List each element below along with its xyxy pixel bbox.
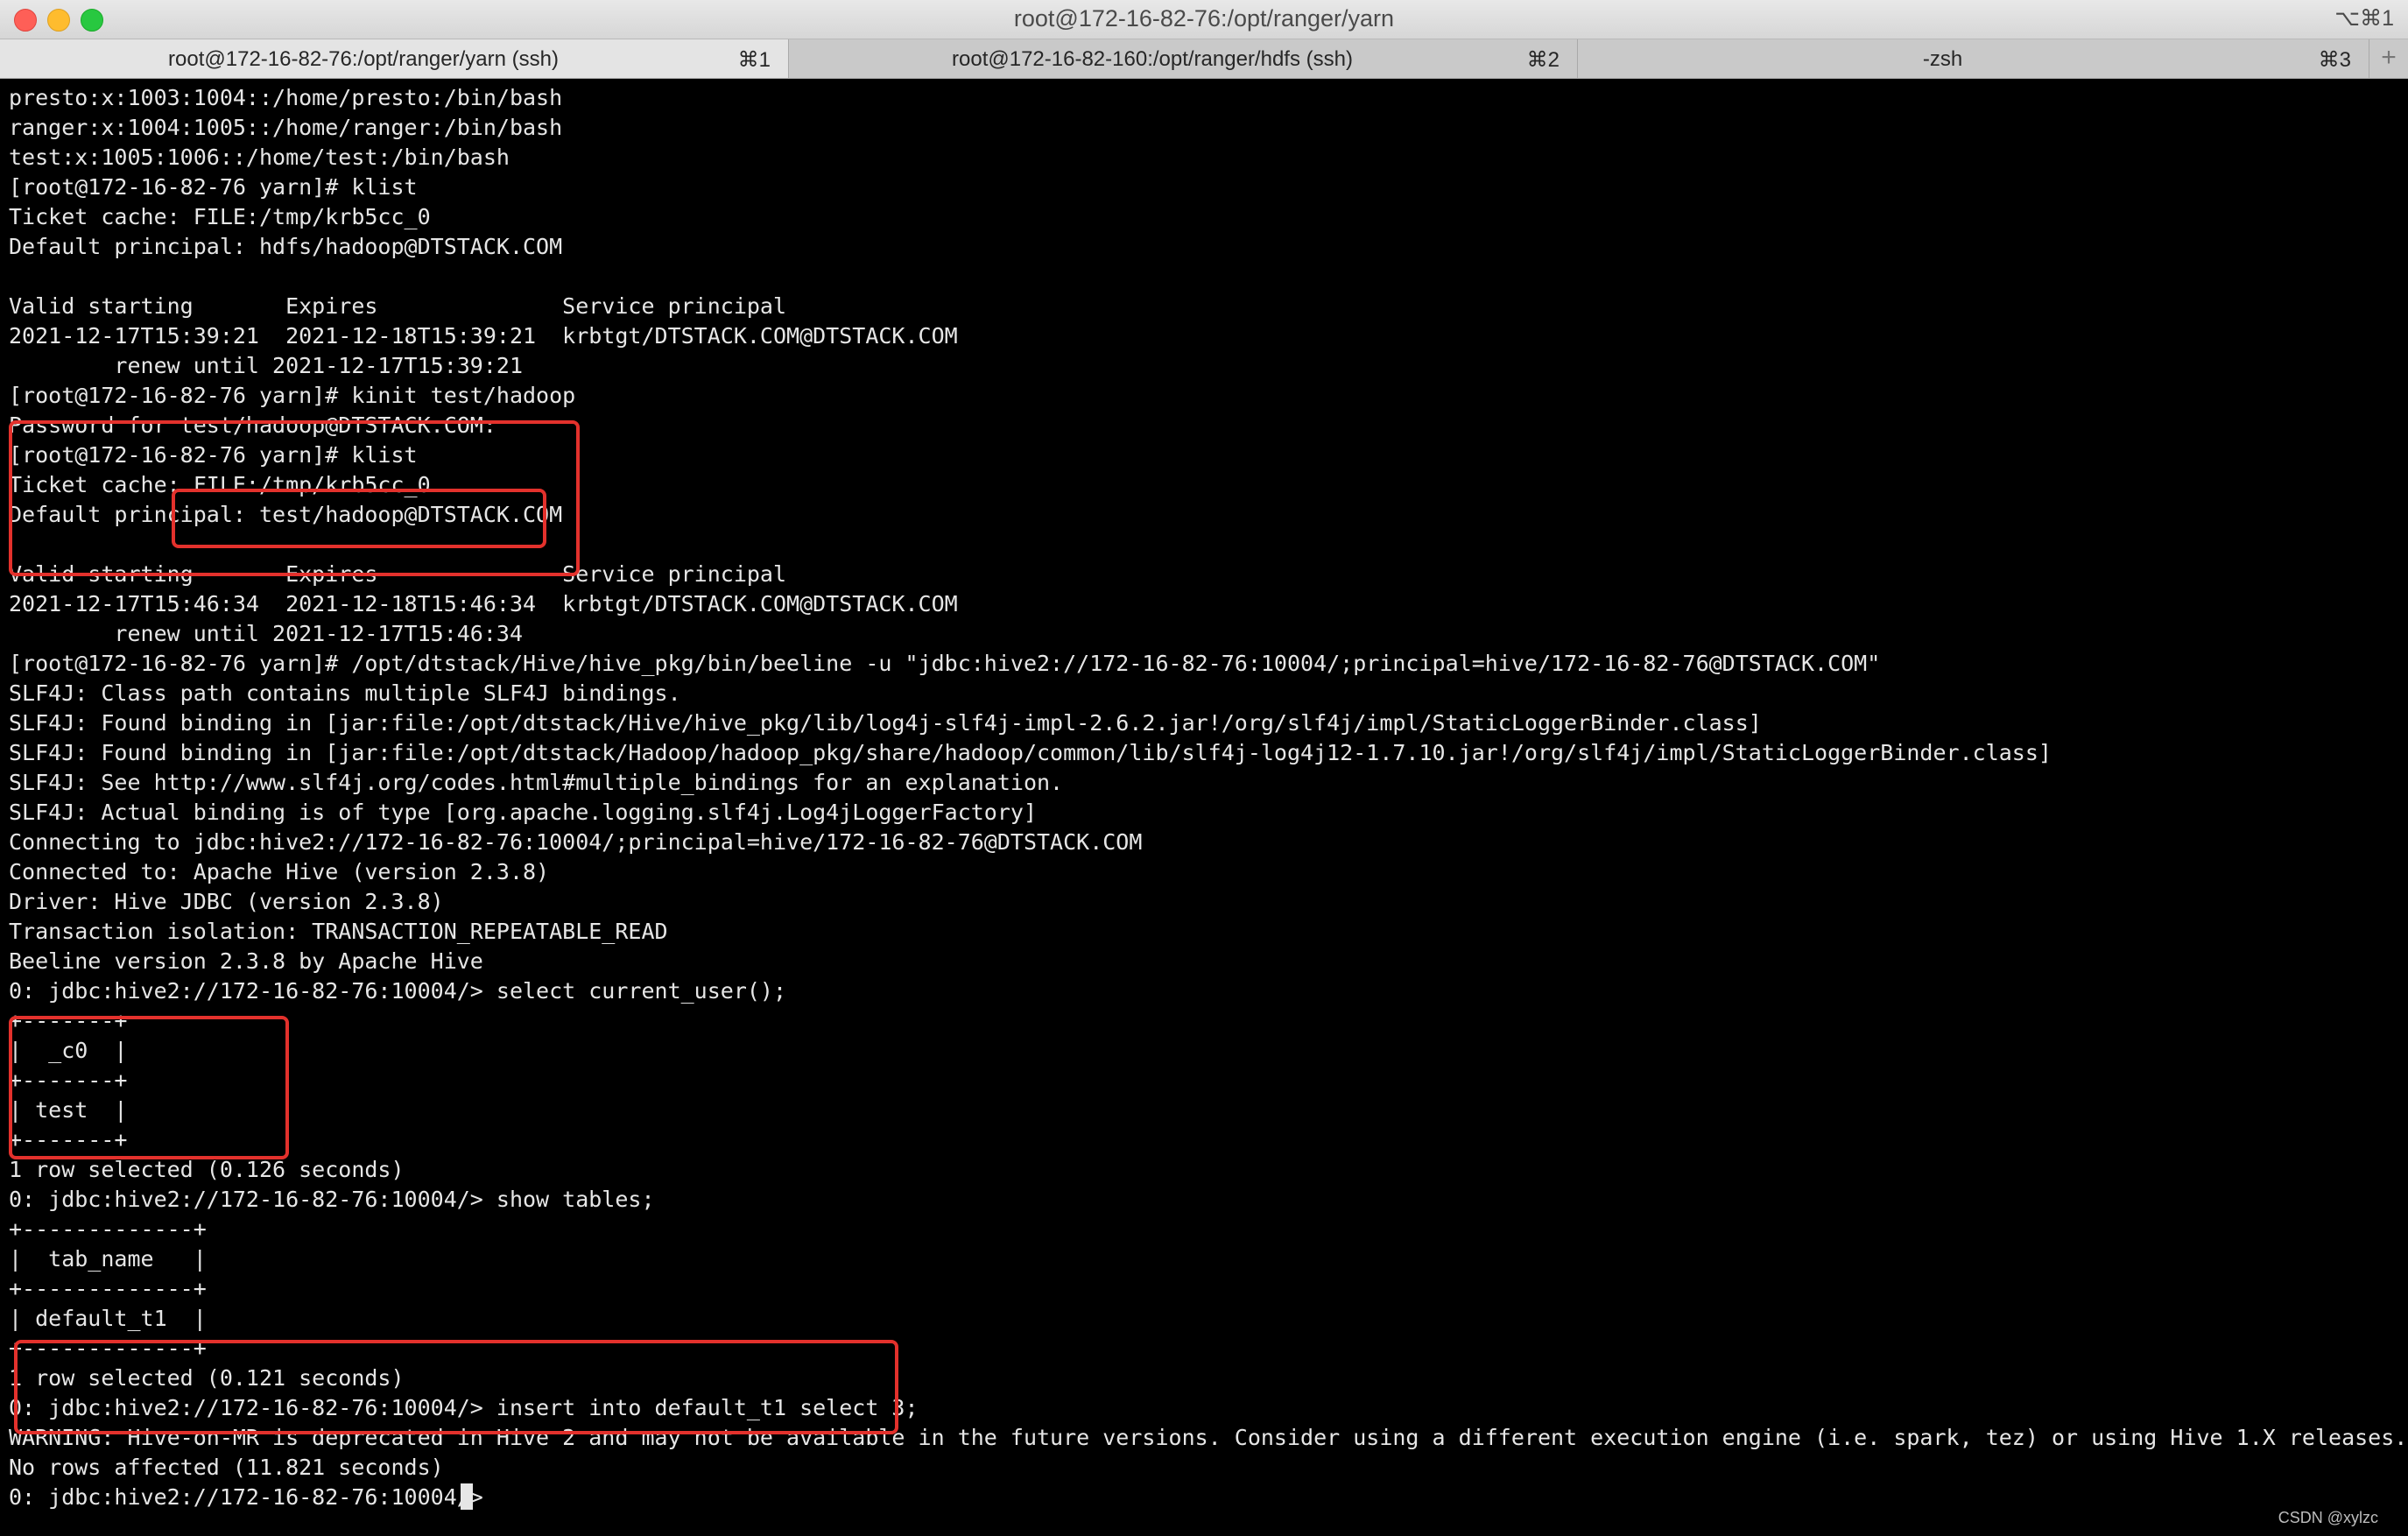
tab-bar: root@172-16-82-76:/opt/ranger/yarn (ssh)… (0, 39, 2408, 79)
tab-yarn-ssh[interactable]: root@172-16-82-76:/opt/ranger/yarn (ssh)… (0, 39, 789, 78)
terminal-line: renew until 2021-12-17T15:46:34 (9, 621, 523, 646)
terminal-line: 0: jdbc:hive2://172-16-82-76:10004/> sel… (9, 978, 787, 1004)
terminal-line: Beeline version 2.3.8 by Apache Hive (9, 948, 483, 974)
terminal-line: SLF4J: See http://www.slf4j.org/codes.ht… (9, 770, 1064, 795)
terminal-line: Connected to: Apache Hive (version 2.3.8… (9, 859, 550, 884)
terminal-line: Default principal: hdfs/hadoop@DTSTACK.C… (9, 234, 563, 259)
terminal-line: 0: jdbc:hive2://172-16-82-76:10004/> sho… (9, 1187, 655, 1212)
terminal-line: 0: jdbc:hive2://172-16-82-76:10004/> (9, 1484, 496, 1510)
terminal-line: Connecting to jdbc:hive2://172-16-82-76:… (9, 829, 1143, 855)
window-title: root@172-16-82-76:/opt/ranger/yarn (1013, 5, 1395, 32)
tab-label: -zsh (1922, 47, 1963, 71)
tab-hdfs-ssh[interactable]: root@172-16-82-160:/opt/ranger/hdfs (ssh… (789, 39, 1578, 78)
annotation-box-principal (172, 489, 546, 548)
terminal-line: SLF4J: Found binding in [jar:file:/opt/d… (9, 740, 2052, 765)
terminal-line: Valid starting Expires Service principal (9, 293, 787, 319)
new-tab-button[interactable]: + (2369, 39, 2408, 78)
annotation-box-insert (14, 1340, 898, 1434)
terminal-line: | default_t1 | (9, 1306, 207, 1331)
terminal-line: +-------------+ (9, 1276, 207, 1301)
tab-label: root@172-16-82-160:/opt/ranger/hdfs (ssh… (952, 47, 1353, 71)
terminal-line: SLF4J: Class path contains multiple SLF4… (9, 680, 681, 706)
terminal-line: | tab_name | (9, 1246, 207, 1272)
terminal-line: 2021-12-17T15:46:34 2021-12-18T15:46:34 … (9, 591, 958, 617)
terminal-line: +-------------+ (9, 1216, 207, 1242)
terminal-line: test:x:1005:1006::/home/test:/bin/bash (9, 144, 510, 170)
terminal-line: Transaction isolation: TRANSACTION_REPEA… (9, 919, 668, 944)
tab-shortcut: ⌘3 (2318, 48, 2351, 72)
terminal-line: ranger:x:1004:1005::/home/ranger:/bin/ba… (9, 115, 563, 140)
terminal-line: 1 row selected (0.126 seconds) (9, 1157, 405, 1182)
tab-shortcut: ⌘2 (1526, 48, 1560, 72)
tab-shortcut: ⌘1 (737, 48, 771, 72)
terminal-line: [root@172-16-82-76 yarn]# /opt/dtstack/H… (9, 651, 1881, 676)
watermark: CSDN @xylzc (2278, 1509, 2378, 1526)
terminal-line: [root@172-16-82-76 yarn]# klist (9, 174, 418, 200)
tab-zsh[interactable]: -zsh ⌘3 (1578, 39, 2369, 78)
tab-label: root@172-16-82-76:/opt/ranger/yarn (ssh) (168, 47, 559, 71)
annotation-box-current-user (9, 1016, 289, 1159)
terminal-line: [root@172-16-82-76 yarn]# kinit test/had… (9, 383, 576, 408)
text-cursor (461, 1483, 473, 1510)
terminal-line: Ticket cache: FILE:/tmp/krb5cc_0 (9, 204, 431, 229)
terminal-line: No rows affected (11.821 seconds) (9, 1455, 444, 1480)
window-shortcut: ⌥⌘1 (2334, 6, 2394, 31)
terminal-line: 2021-12-17T15:39:21 2021-12-18T15:39:21 … (9, 323, 958, 349)
terminal-line: Driver: Hive JDBC (version 2.3.8) (9, 889, 444, 914)
terminal-line: SLF4J: Found binding in [jar:file:/opt/d… (9, 710, 1762, 736)
terminal-line: SLF4J: Actual binding is of type [org.ap… (9, 800, 1037, 825)
terminal-window: root@172-16-82-76:/opt/ranger/yarn ⌥⌘1 r… (0, 0, 2408, 1536)
terminal-output[interactable]: presto:x:1003:1004::/home/presto:/bin/ba… (0, 79, 2408, 1536)
terminal-line: renew until 2021-12-17T15:39:21 (9, 353, 523, 378)
terminal-line: presto:x:1003:1004::/home/presto:/bin/ba… (9, 85, 563, 110)
title-bar[interactable]: root@172-16-82-76:/opt/ranger/yarn ⌥⌘1 (0, 0, 2408, 39)
